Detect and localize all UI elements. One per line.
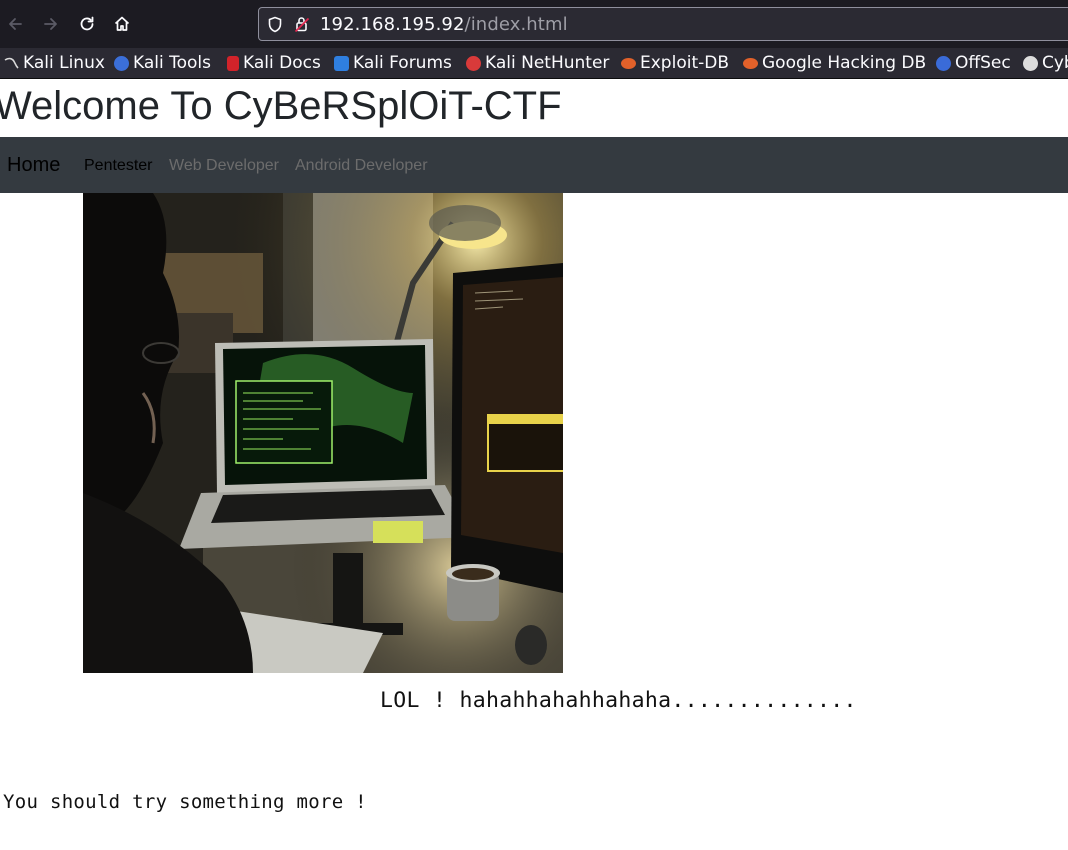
bookmark-label: Kali Tools bbox=[133, 53, 211, 73]
back-button[interactable] bbox=[1, 10, 29, 38]
nav-link-android-developer[interactable]: Android Developer bbox=[295, 157, 428, 175]
bookmark-label: Kali Linux bbox=[23, 53, 105, 73]
nethunter-icon bbox=[466, 55, 481, 71]
bookmark-label: Google Hacking DB bbox=[762, 53, 927, 73]
page-title: Welcome To CyBeRSplOiT-CTF bbox=[0, 84, 562, 128]
insecure-lock-icon[interactable] bbox=[293, 15, 311, 37]
url-text[interactable]: 192.168.195.92/index.html bbox=[320, 14, 568, 35]
url-host: 192.168.195.92 bbox=[320, 14, 465, 35]
kali-docs-icon bbox=[227, 55, 239, 71]
bookmark-cyberchef[interactable]: Cyb bbox=[1023, 52, 1068, 74]
nav-brand-home[interactable]: Home bbox=[7, 154, 60, 177]
kali-tools-icon bbox=[114, 55, 129, 71]
home-button[interactable] bbox=[108, 10, 136, 38]
forward-arrow-icon bbox=[42, 15, 60, 33]
ghdb-icon bbox=[743, 57, 758, 69]
reload-button[interactable] bbox=[73, 10, 101, 38]
taunt-message: LOL ! hahahhahahhahaha.............. bbox=[380, 688, 857, 713]
bookmark-kali-docs[interactable]: Kali Docs bbox=[227, 52, 321, 74]
bookmark-kali-forums[interactable]: Kali Forums bbox=[334, 52, 452, 74]
browser-toolbar: 192.168.195.92/index.html bbox=[0, 0, 1068, 48]
back-arrow-icon bbox=[6, 15, 24, 33]
bookmark-label: Kali Docs bbox=[243, 53, 321, 73]
address-bar[interactable]: 192.168.195.92/index.html bbox=[258, 7, 1068, 41]
bookmark-exploit-db[interactable]: Exploit-DB bbox=[621, 52, 729, 74]
bookmark-kali-tools[interactable]: Kali Tools bbox=[114, 52, 211, 74]
forward-button[interactable] bbox=[37, 10, 65, 38]
bookmark-kali-linux[interactable]: Kali Linux bbox=[4, 52, 105, 74]
hint-text: You should try something more ! bbox=[3, 791, 367, 813]
shield-icon[interactable] bbox=[267, 16, 283, 37]
bookmark-label: Kali NetHunter bbox=[485, 53, 610, 73]
bookmark-label: OffSec bbox=[955, 53, 1011, 73]
exploit-db-icon bbox=[621, 57, 636, 69]
bookmark-label: Exploit-DB bbox=[640, 53, 729, 73]
bookmark-offsec[interactable]: OffSec bbox=[936, 52, 1011, 74]
home-icon bbox=[113, 15, 131, 33]
hacker-photo bbox=[83, 193, 563, 673]
offsec-icon bbox=[936, 55, 951, 71]
url-path: /index.html bbox=[464, 14, 568, 35]
nav-link-pentester[interactable]: Pentester bbox=[84, 157, 152, 175]
bookmark-label: Kali Forums bbox=[353, 53, 452, 73]
site-navbar: Home Pentester Web Developer Android Dev… bbox=[0, 137, 1068, 193]
bookmark-kali-nethunter[interactable]: Kali NetHunter bbox=[466, 52, 609, 74]
nav-link-web-developer[interactable]: Web Developer bbox=[169, 157, 279, 175]
reload-icon bbox=[78, 15, 96, 33]
bookmark-google-hacking-db[interactable]: Google Hacking DB bbox=[743, 52, 926, 74]
bookmarks-toolbar: Kali Linux Kali Tools Kali Docs Kali For… bbox=[0, 48, 1068, 79]
cyberchef-icon bbox=[1023, 55, 1038, 71]
kali-forums-icon bbox=[334, 55, 349, 71]
kali-dragon-icon bbox=[4, 56, 19, 71]
bookmark-label: Cyb bbox=[1042, 53, 1068, 73]
